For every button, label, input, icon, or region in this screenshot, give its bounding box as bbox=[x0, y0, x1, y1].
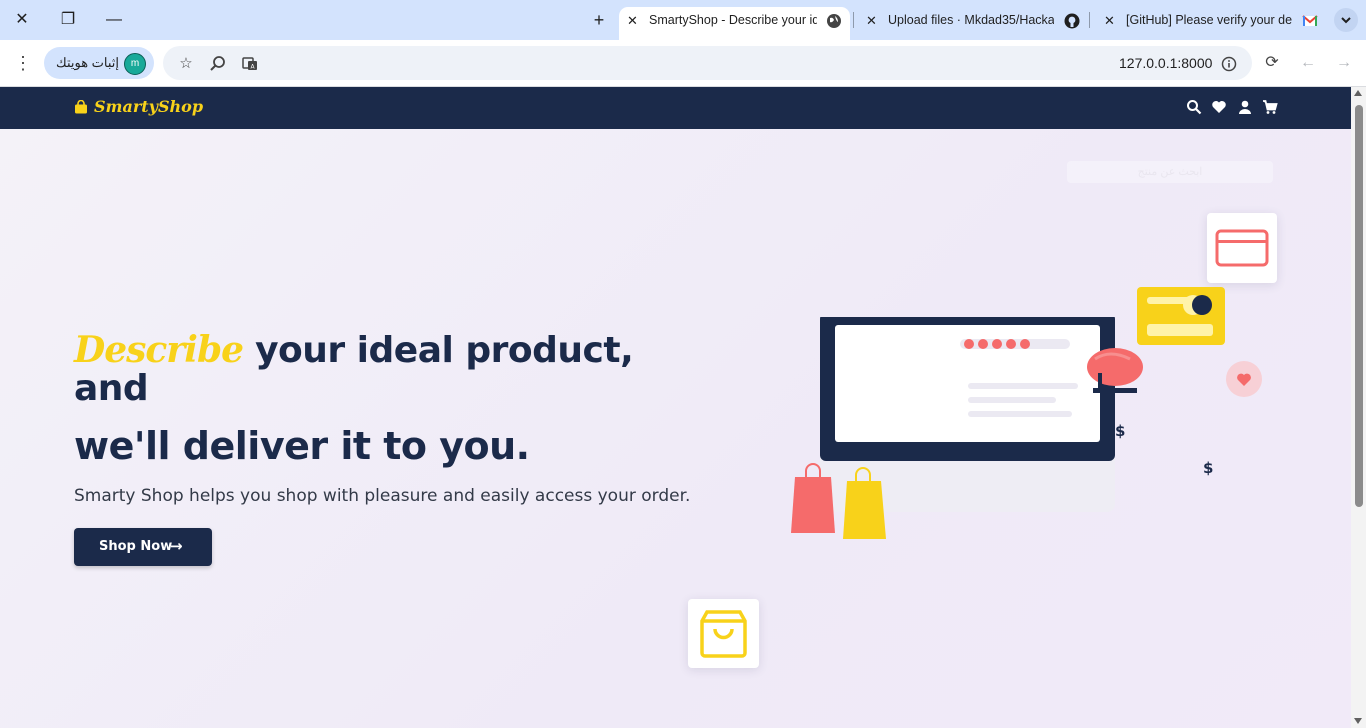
hero-line-2: we'll deliver it to you. bbox=[74, 424, 530, 468]
zoom-icon[interactable] bbox=[209, 55, 227, 73]
profile-chip[interactable]: إثبات هويتك m bbox=[44, 47, 154, 79]
shopping-bags-icon bbox=[791, 463, 886, 539]
tab-upload-files[interactable]: ✕ Upload files · Mkdad35/Hackathon bbox=[858, 7, 1084, 40]
tab-github-verify[interactable]: ✕ [GitHub] Please verify your device bbox=[1096, 7, 1326, 40]
search-icon[interactable] bbox=[1186, 99, 1202, 115]
credit-card-icon bbox=[1215, 229, 1269, 267]
tab-close-icon[interactable]: ✕ bbox=[866, 7, 877, 34]
scroll-down-arrow-icon[interactable] bbox=[1354, 718, 1362, 724]
address-bar-row: ⋮ إثبات هويتك m ☆ A 127.0.0.1:8000 ⟳ ← → bbox=[0, 40, 1366, 87]
back-arrow-icon[interactable]: ← bbox=[1297, 52, 1319, 74]
bookmark-star-icon[interactable]: ☆ bbox=[177, 55, 195, 73]
credit-card-tile bbox=[1207, 213, 1277, 283]
scrollbar-thumb[interactable] bbox=[1355, 105, 1363, 507]
page-scrollbar[interactable] bbox=[1351, 87, 1366, 728]
omnibox[interactable]: ☆ A 127.0.0.1:8000 bbox=[163, 46, 1252, 80]
new-tab-button[interactable]: + bbox=[587, 8, 611, 32]
chevron-down-icon bbox=[1341, 17, 1351, 24]
shop-now-button[interactable]: Shop Now → bbox=[74, 528, 212, 566]
tab-separator bbox=[853, 12, 854, 28]
tab-close-icon[interactable]: ✕ bbox=[627, 7, 638, 34]
tab-title: Upload files · Mkdad35/Hackathon bbox=[888, 13, 1054, 27]
shopping-bag-logo-icon bbox=[75, 100, 87, 114]
faint-search-field[interactable]: ابحث عن منتج bbox=[1067, 161, 1273, 183]
restore-window-icon[interactable]: ❐ bbox=[56, 8, 80, 32]
tab-search-button[interactable] bbox=[1334, 8, 1358, 32]
bag-tile bbox=[688, 599, 759, 668]
logo-text: SmartyShop bbox=[94, 97, 204, 116]
heart-badge-icon bbox=[1226, 361, 1262, 397]
tab-close-icon[interactable]: ✕ bbox=[1104, 7, 1115, 34]
close-window-icon[interactable]: ✕ bbox=[10, 8, 34, 32]
hero-illustration: $ $ bbox=[780, 207, 1300, 677]
page-viewport: SmartyShop ابحث عن منتج Describe your id… bbox=[0, 87, 1351, 728]
arrow-right-icon: → bbox=[170, 537, 183, 555]
globe-icon bbox=[827, 14, 841, 28]
hero-heading: Describe your ideal product, and we'll d… bbox=[74, 331, 694, 466]
tab-separator bbox=[1089, 12, 1090, 28]
github-icon bbox=[1064, 13, 1080, 29]
avatar: m bbox=[124, 53, 146, 75]
yellow-card-icon bbox=[1137, 287, 1225, 345]
minimize-window-icon[interactable]: — bbox=[102, 8, 126, 32]
tab-title: [GitHub] Please verify your device bbox=[1126, 13, 1292, 27]
heart-icon[interactable] bbox=[1211, 99, 1227, 115]
dollar-sign: $ bbox=[1115, 422, 1126, 440]
hero-subtitle: Smarty Shop helps you shop with pleasure… bbox=[74, 486, 691, 506]
gmail-icon bbox=[1302, 15, 1318, 26]
reload-icon[interactable]: ⟳ bbox=[1261, 52, 1283, 74]
shop-now-label: Shop Now bbox=[99, 539, 173, 554]
shopping-bag-icon bbox=[700, 610, 747, 658]
forward-arrow-icon[interactable]: → bbox=[1333, 52, 1355, 74]
tab-smartyshop[interactable]: ✕ SmartyShop - Describe your ideal produ… bbox=[619, 7, 850, 40]
scroll-up-arrow-icon[interactable] bbox=[1354, 90, 1362, 96]
hero-accent-word: Describe bbox=[74, 329, 244, 371]
site-info-icon[interactable] bbox=[1220, 55, 1238, 73]
cart-icon[interactable] bbox=[1262, 99, 1278, 115]
profile-label: إثبات هويتك bbox=[56, 55, 120, 70]
dollar-sign: $ bbox=[1203, 459, 1214, 477]
hero-line-1: Describe your ideal product, and bbox=[74, 331, 694, 408]
browser-tab-strip: ✕ ❐ — + ✕ SmartyShop - Describe your ide… bbox=[0, 0, 1366, 40]
user-icon[interactable] bbox=[1237, 99, 1253, 115]
browser-menu-icon[interactable]: ⋮ bbox=[14, 52, 32, 74]
translate-icon[interactable]: A bbox=[241, 55, 259, 73]
tab-title: SmartyShop - Describe your ideal product bbox=[649, 13, 817, 27]
url-text: 127.0.0.1:8000 bbox=[1119, 55, 1213, 71]
site-navbar: SmartyShop bbox=[0, 87, 1351, 129]
